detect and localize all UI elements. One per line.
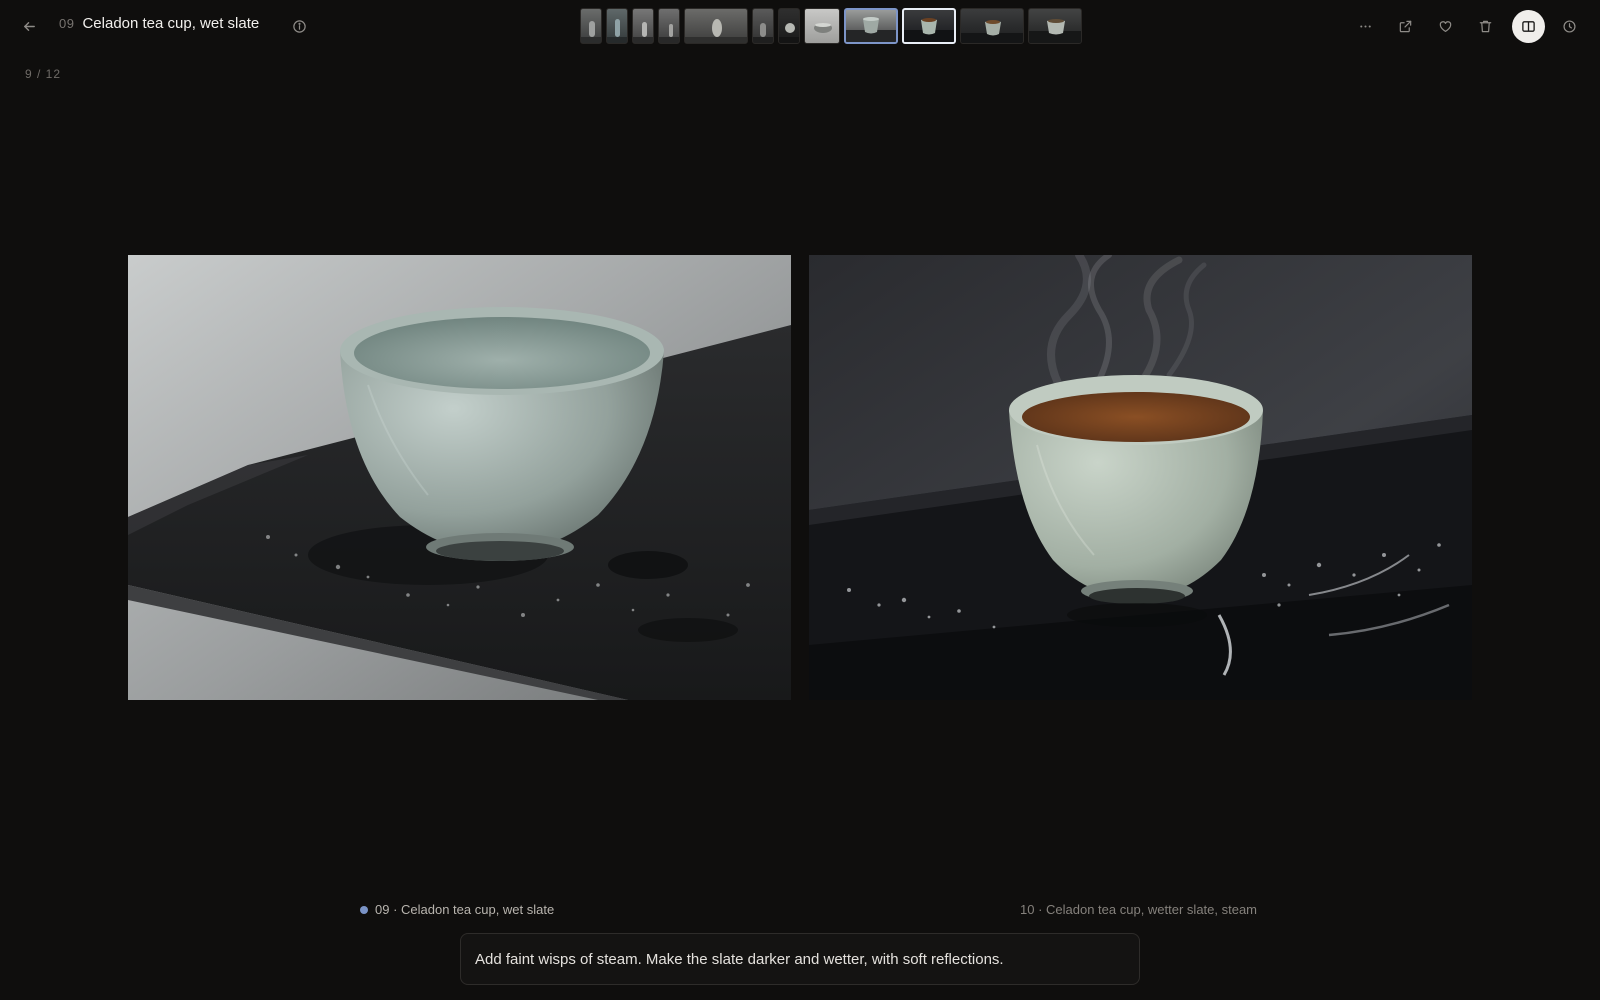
filmstrip-thumb[interactable] [606, 8, 628, 44]
edit-prompt-field[interactable]: Add faint wisps of steam. Make the slate… [460, 933, 1140, 985]
thumb-cup-icon [779, 23, 799, 43]
title-group: 09 Celadon tea cup, wet slate [59, 15, 259, 32]
info-button[interactable] [285, 12, 313, 40]
top-bar: 09 Celadon tea cup, wet slate [0, 0, 1600, 52]
filmstrip-thumb[interactable] [804, 8, 840, 44]
compare-view-button[interactable] [1512, 10, 1545, 43]
selected-dot-icon [360, 905, 368, 914]
filmstrip-thumb-active[interactable] [902, 8, 956, 44]
filmstrip-thumb[interactable] [960, 8, 1024, 44]
filmstrip [580, 8, 1082, 44]
thumb-vase-icon [685, 19, 747, 43]
favorite-button[interactable] [1431, 12, 1459, 40]
trash-icon [1479, 20, 1491, 32]
left-caption-text: 09 · Celadon tea cup, wet slate [375, 902, 555, 917]
thumb-cup-icon [1029, 19, 1081, 43]
filmstrip-thumb[interactable] [1028, 8, 1082, 44]
more-horizontal-icon [1359, 24, 1371, 28]
image-title: Celadon tea cup, wet slate [82, 15, 260, 32]
delete-button[interactable] [1471, 12, 1499, 40]
thumb-vase-icon [753, 23, 773, 43]
filmstrip-thumb[interactable] [684, 8, 748, 44]
back-button[interactable] [15, 12, 43, 40]
filmstrip-thumb[interactable] [752, 8, 774, 44]
thumb-vase-icon [659, 24, 679, 43]
thumb-vase-icon [633, 22, 653, 43]
right-image-caption: 10 · Celadon tea cup, wetter slate, stea… [1020, 902, 1257, 917]
external-link-icon [1399, 20, 1411, 32]
split-view-icon [1522, 21, 1535, 32]
celadon-cup-steam-image [809, 255, 1472, 700]
thumb-cup-icon [814, 23, 832, 33]
arrow-left-icon [23, 21, 35, 31]
compare-image-right[interactable] [809, 255, 1472, 700]
thumb-cup-icon [904, 18, 954, 42]
filmstrip-thumb[interactable] [580, 8, 602, 44]
clock-icon [1562, 19, 1576, 33]
open-external-button[interactable] [1391, 12, 1419, 40]
info-icon [292, 19, 306, 33]
celadon-cup-image [128, 255, 791, 700]
thumb-vase-icon [607, 19, 627, 43]
edit-prompt-text: Add faint wisps of steam. Make the slate… [475, 950, 1004, 968]
thumb-cup-icon [846, 17, 896, 42]
compare-image-left[interactable] [128, 255, 791, 700]
image-viewer: 09 Celadon tea cup, wet slate 9 / 12 09 … [0, 0, 1600, 1000]
filmstrip-thumb[interactable] [658, 8, 680, 44]
more-button[interactable] [1351, 12, 1379, 40]
right-caption-text: 10 · Celadon tea cup, wetter slate, stea… [1020, 902, 1258, 917]
image-index: 09 [59, 16, 75, 31]
thumb-vase-icon [581, 21, 601, 43]
filmstrip-thumb-compare[interactable] [844, 8, 898, 44]
thumb-cup-icon [961, 20, 1023, 43]
heart-icon [1439, 20, 1451, 32]
left-image-caption: 09 · Celadon tea cup, wet slate [360, 902, 554, 917]
filmstrip-thumb[interactable] [778, 8, 800, 44]
image-counter: 9 / 12 [25, 67, 62, 81]
filmstrip-thumb[interactable] [632, 8, 654, 44]
history-button[interactable] [1555, 12, 1583, 40]
